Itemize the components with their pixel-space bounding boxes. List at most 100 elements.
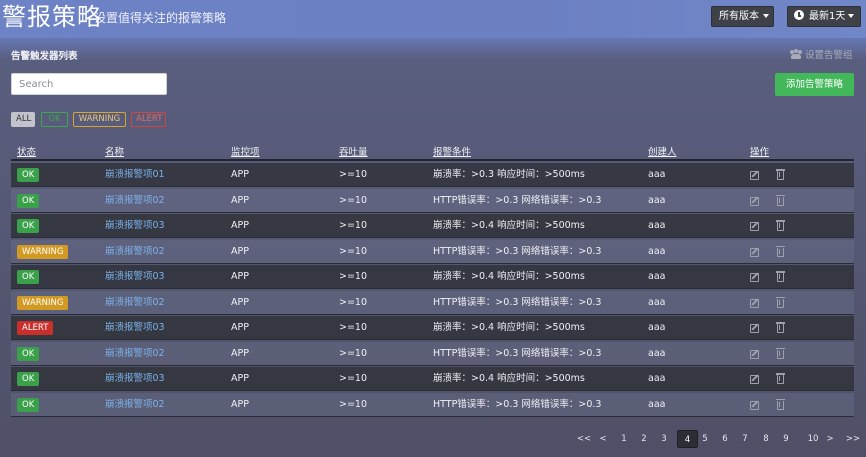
filter-alert[interactable]: ALERT xyxy=(131,112,166,127)
policy-name-link[interactable]: 崩溃报警项02 xyxy=(105,291,165,315)
status-badge: OK xyxy=(17,372,40,386)
trash-icon[interactable] xyxy=(776,271,785,282)
table-header: 状态 名称 监控项 吞吐量 报警条件 创建人 操作 xyxy=(11,143,854,161)
pagination-item[interactable]: 1 xyxy=(618,430,630,448)
pagination-item[interactable]: 5 xyxy=(699,430,711,448)
set-alert-group-label: 设置告警组 xyxy=(805,50,853,61)
search-input[interactable] xyxy=(11,73,167,95)
edit-icon[interactable] xyxy=(750,273,759,282)
table-row: OK 崩溃报警项02 APP >=10 HTTP错误率：>0.3 网络错误率：>0.3 a… xyxy=(11,341,854,366)
chevron-down-icon xyxy=(848,14,855,18)
alert-condition: HTTP错误率：>0.3 网络错误率：>0.3 xyxy=(433,296,602,308)
throughput: >=10 xyxy=(339,169,368,180)
pagination-item[interactable]: 4 xyxy=(677,430,698,448)
throughput: >=10 xyxy=(339,296,368,308)
trash-icon[interactable] xyxy=(776,296,785,308)
trash-icon[interactable] xyxy=(776,194,785,206)
table-row: OK 崩溃报警项02 APP >=10 HTTP错误率：>0.3 网络错误率：>0.3 a… xyxy=(11,188,854,213)
creator: aaa xyxy=(648,347,666,359)
column-header-status[interactable]: 状态 xyxy=(17,144,36,158)
trash-icon[interactable] xyxy=(776,220,785,231)
throughput: >=10 xyxy=(339,398,368,410)
pagination-item[interactable]: 7 xyxy=(739,430,751,448)
version-dropdown-label: 所有版本 xyxy=(719,11,759,22)
column-header-name[interactable]: 名称 xyxy=(105,144,124,158)
version-dropdown[interactable]: 所有版本 xyxy=(711,6,774,27)
table-row: OK 崩溃报警项03 APP >=10 崩溃率：>0.4 响应时间：>500ms aaa xyxy=(11,265,854,289)
pagination-item[interactable]: >> xyxy=(845,430,861,448)
column-header-item[interactable]: 监控项 xyxy=(231,144,260,158)
throughput: >=10 xyxy=(339,220,368,231)
trash-icon[interactable] xyxy=(776,322,785,333)
set-alert-group-link[interactable]: 设置告警组 xyxy=(790,47,853,61)
policy-name-link[interactable]: 崩溃报警项03 xyxy=(105,316,165,340)
filter-ok[interactable]: OK xyxy=(41,112,68,127)
pagination-item[interactable]: 2 xyxy=(638,430,650,448)
throughput: >=10 xyxy=(339,322,368,333)
creator: aaa xyxy=(648,296,666,308)
edit-icon[interactable] xyxy=(750,400,759,410)
edit-icon[interactable] xyxy=(750,349,759,359)
policy-name-link[interactable]: 崩溃报警项03 xyxy=(105,265,165,289)
alert-condition: HTTP错误率：>0.3 网络错误率：>0.3 xyxy=(433,194,602,206)
trash-icon[interactable] xyxy=(776,347,785,359)
chevron-down-icon xyxy=(763,14,769,18)
alert-condition: 崩溃率：>0.3 响应时间：>500ms xyxy=(433,169,585,180)
throughput: >=10 xyxy=(339,373,368,384)
monitor-item: APP xyxy=(231,373,249,384)
policy-name-link[interactable]: 崩溃报警项03 xyxy=(105,367,165,391)
top-header: 警报策略 设置值得关注的报警策略 所有版本 最新1天 xyxy=(0,0,866,38)
policy-name-link[interactable]: 崩溃报警项02 xyxy=(105,342,165,366)
add-alert-policy-button[interactable]: 添加告警策略 xyxy=(775,73,854,96)
page-subtitle: 设置值得关注的报警策略 xyxy=(94,11,227,25)
status-badge: OK xyxy=(17,193,40,208)
column-header-actions: 操作 xyxy=(750,147,770,158)
monitor-item: APP xyxy=(231,398,249,410)
pagination-item[interactable]: 9 xyxy=(780,430,792,448)
column-header-throughput[interactable]: 吞吐量 xyxy=(339,144,368,158)
trash-icon[interactable] xyxy=(776,245,785,257)
pagination-item[interactable]: << xyxy=(576,430,592,448)
pagination-item[interactable]: 6 xyxy=(719,430,731,448)
throughput: >=10 xyxy=(339,271,368,282)
status-badge: ALERT xyxy=(17,321,54,335)
edit-icon[interactable] xyxy=(750,324,759,333)
edit-icon[interactable] xyxy=(750,375,759,384)
filter-warning[interactable]: WARNING xyxy=(73,112,126,127)
edit-icon[interactable] xyxy=(750,247,759,257)
pagination-item[interactable]: > xyxy=(824,430,836,448)
column-header-condition[interactable]: 报警条件 xyxy=(433,144,471,158)
group-icon xyxy=(790,49,802,59)
page-title: 警报策略 xyxy=(2,3,102,31)
table-row: WARNING 崩溃报警项02 APP >=10 HTTP错误率：>0.3 网络错误率：… xyxy=(11,290,854,315)
pagination-item[interactable]: < xyxy=(597,430,609,448)
status-badge: OK xyxy=(17,397,40,412)
edit-icon[interactable] xyxy=(750,196,759,206)
policy-name-link[interactable]: 崩溃报警项01 xyxy=(105,163,165,187)
policy-name-link[interactable]: 崩溃报警项02 xyxy=(105,393,165,417)
status-badge: OK xyxy=(17,346,40,361)
clock-icon xyxy=(794,10,804,20)
trash-icon[interactable] xyxy=(776,398,785,410)
creator: aaa xyxy=(648,322,666,333)
throughput: >=10 xyxy=(339,245,368,257)
policy-name-link[interactable]: 崩溃报警项02 xyxy=(105,240,165,264)
edit-icon[interactable] xyxy=(750,298,759,308)
pagination-item[interactable]: 10 xyxy=(804,430,822,448)
edit-icon[interactable] xyxy=(750,171,759,180)
status-badge: OK xyxy=(17,219,40,233)
trash-icon[interactable] xyxy=(776,373,785,384)
policy-name-link[interactable]: 崩溃报警项03 xyxy=(105,214,165,238)
status-badge: OK xyxy=(17,270,40,284)
throughput: >=10 xyxy=(339,194,368,206)
time-range-dropdown[interactable]: 最新1天 xyxy=(787,6,861,27)
filter-all[interactable]: ALL xyxy=(11,112,35,127)
monitor-item: APP xyxy=(231,347,249,359)
pagination-item[interactable]: 3 xyxy=(658,430,670,448)
pagination-item[interactable]: 8 xyxy=(760,430,772,448)
creator: aaa xyxy=(648,373,666,384)
column-header-creator[interactable]: 创建人 xyxy=(648,144,677,158)
edit-icon[interactable] xyxy=(750,222,759,231)
policy-name-link[interactable]: 崩溃报警项02 xyxy=(105,189,165,213)
trash-icon[interactable] xyxy=(776,169,785,180)
